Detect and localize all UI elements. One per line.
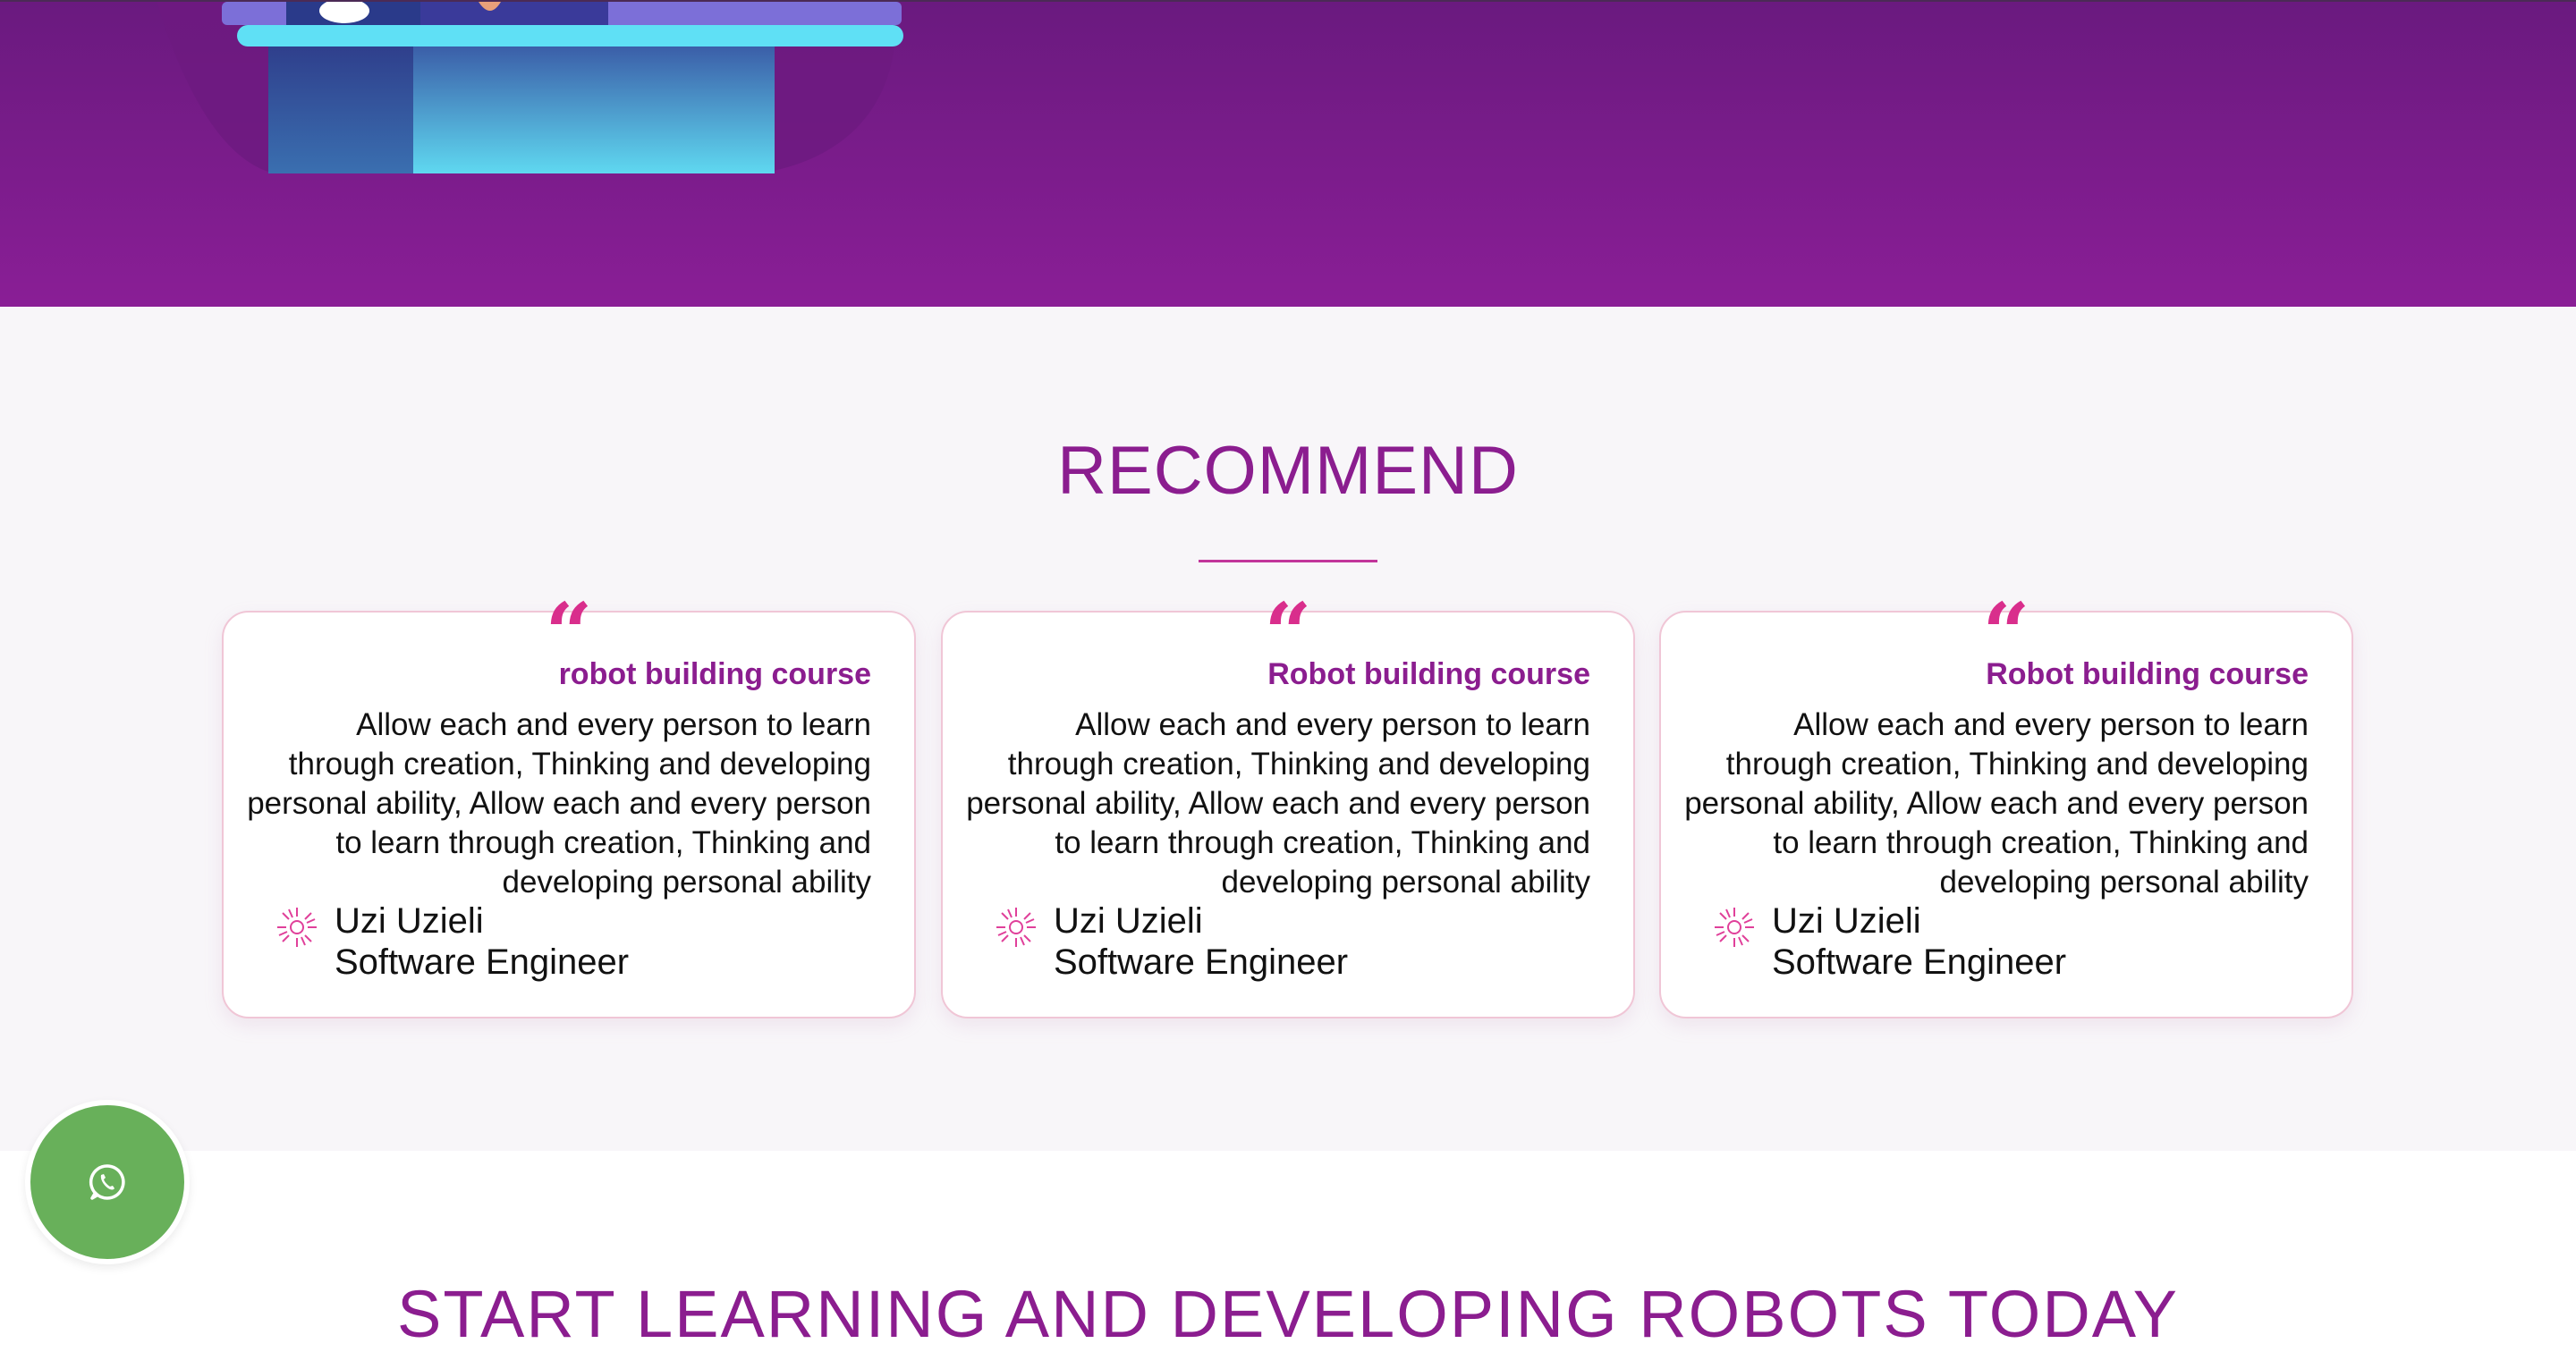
recommend-title: RECOMMEND [1057,433,1519,509]
card-body: Allow each and every person to learn thr… [966,707,1590,900]
card-title: Robot building course [1986,657,2309,691]
cta-title: START LEARNING AND DEVELOPING ROBOTS TOD… [396,1277,2180,1351]
sparkle-burst-icon [277,908,317,947]
recommend-section: RECOMMEND “ robot building course Allow … [0,307,2576,1151]
card-author: Uzi Uzieli Software Engineer [995,900,1531,982]
author-role: Software Engineer [1772,942,2067,982]
card-title: robot building course [558,657,871,691]
author-name: Uzi Uzieli [1054,901,1203,941]
sparkle-burst-icon [1715,908,1754,947]
card-author: Uzi Uzieli Software Engineer [1713,900,2250,982]
testimonial-card: “ Robot building course Allow each and e… [1659,592,2353,1018]
author-role: Software Engineer [1054,942,1349,982]
whatsapp-button[interactable] [25,1100,190,1264]
author-name: Uzi Uzieli [335,901,484,941]
testimonial-card: “ Robot building course Allow each and e… [941,592,1635,1018]
testimonial-card: “ robot building course Allow each and e… [222,592,916,1018]
card-title: Robot building course [1267,657,1590,691]
hero-illustration [157,2,903,173]
card-author: Uzi Uzieli Software Engineer [275,900,812,982]
whatsapp-icon [89,1164,125,1200]
card-body: Allow each and every person to learn thr… [247,707,871,900]
card-body: Allow each and every person to learn thr… [1684,707,2309,900]
hero-banner [0,0,2576,308]
author-role: Software Engineer [335,942,630,982]
sparkle-burst-icon [996,908,1036,947]
title-divider [1199,560,1377,562]
cta-section: START LEARNING AND DEVELOPING ROBOTS TOD… [0,1151,2576,1352]
author-name: Uzi Uzieli [1772,901,1921,941]
